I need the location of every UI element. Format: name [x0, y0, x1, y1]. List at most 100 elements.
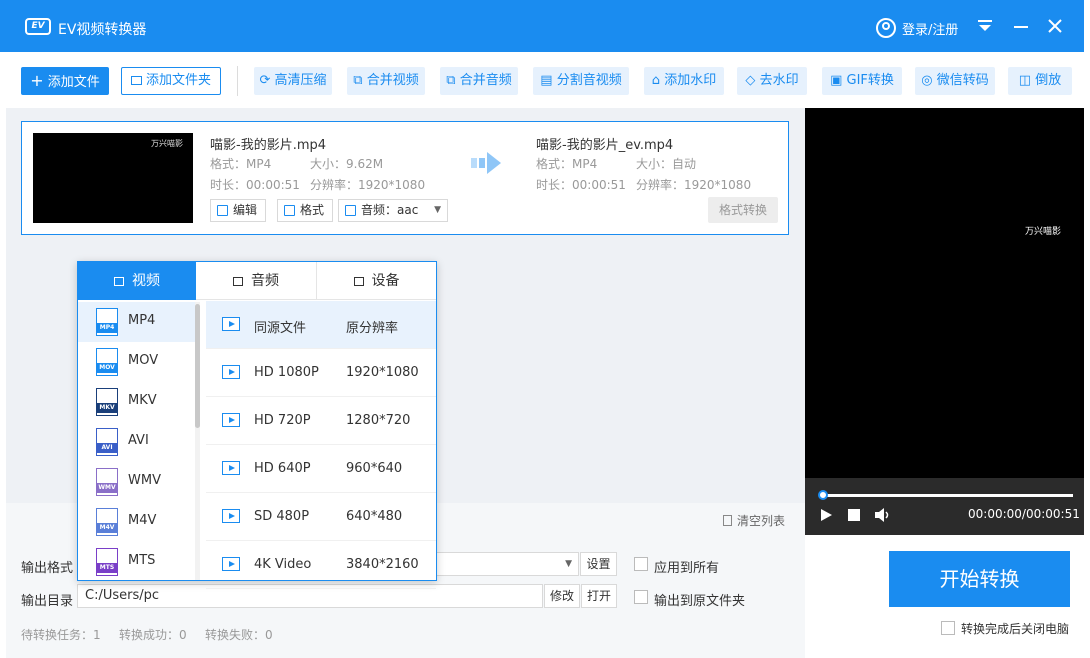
split-av-button[interactable]: ▤ 分割音视频 — [533, 67, 629, 95]
gif-convert-button[interactable]: ▣ GIF转换 — [822, 67, 902, 95]
resolution-name: HD 640P — [254, 461, 311, 476]
resolution-option[interactable]: SD 480P 640*480 — [206, 493, 436, 541]
format-name: MOV — [128, 353, 159, 368]
toolbar-divider — [237, 66, 238, 96]
format-item[interactable]: M4V M4V — [78, 502, 196, 542]
target-size: 大小：自动 — [636, 157, 697, 171]
source-duration: 时长：00:00:51 — [210, 178, 300, 192]
audio-track-select[interactable]: 音频：aac ▼ — [338, 199, 448, 222]
player-controls: 00:00:00/00:00:51 — [805, 478, 1084, 535]
format-icon-label: MTS — [97, 563, 117, 573]
eraser-icon: ◇ — [745, 73, 760, 88]
format-item[interactable]: WMV WMV — [78, 462, 196, 502]
login-button[interactable]: 登录/注册 — [876, 18, 958, 38]
apply-all-checkbox[interactable] — [634, 557, 648, 571]
progress-track[interactable] — [821, 494, 1073, 497]
add-watermark-button[interactable]: ⌂ 添加水印 — [644, 67, 724, 95]
format-name: WMV — [128, 473, 161, 488]
merge-audio-button[interactable]: ⧉ 合并音频 — [440, 67, 518, 95]
format-name: M4V — [128, 513, 157, 528]
file-format-icon: M4V — [96, 508, 118, 536]
reverse-button[interactable]: ◫ 倒放 — [1008, 67, 1072, 95]
menu-icon — [978, 20, 992, 31]
reverse-icon: ◫ — [1018, 73, 1036, 88]
resolution-value: 960*640 — [346, 461, 403, 476]
tab-video[interactable]: 视频 — [78, 262, 196, 300]
hd-compress-label: 高清压缩 — [274, 73, 327, 88]
stamp-icon: ⌂ — [651, 73, 665, 88]
output-to-source-label: 输出到原文件夹 — [654, 594, 746, 609]
play-icon — [222, 317, 240, 331]
source-size: 大小：9.62M — [310, 157, 384, 171]
file-item-card[interactable]: 万兴喵影 喵影-我的影片.mp4 格式：MP4 大小：9.62M 时长：00:0… — [21, 121, 789, 235]
plus-icon: + — [30, 71, 44, 90]
format-convert-button[interactable]: 格式转换 — [708, 197, 778, 223]
app-logo: EV — [25, 18, 51, 35]
audio-track-label: 音频：aac — [361, 203, 419, 217]
wechat-convert-button[interactable]: ◎ 微信转码 — [915, 67, 995, 95]
menu-dropdown-button[interactable] — [974, 14, 996, 38]
resolution-option[interactable]: HD 720P 1280*720 — [206, 397, 436, 445]
volume-icon[interactable] — [874, 507, 892, 523]
format-item[interactable]: MKV MKV — [78, 382, 196, 422]
resolution-option[interactable]: 4K Video 3840*2160 — [206, 541, 436, 589]
tab-device[interactable]: 设备 — [317, 262, 436, 300]
play-icon[interactable] — [819, 508, 833, 522]
target-filename: 喵影-我的影片_ev.mp4 — [536, 138, 674, 153]
open-dir-button[interactable]: 打开 — [581, 584, 617, 608]
format-list-scroll-thumb[interactable] — [195, 304, 200, 428]
resolution-name: 4K Video — [254, 557, 312, 572]
format-button[interactable]: 格式 — [277, 199, 334, 222]
toolbar: + 添加文件 添加文件夹 ⟳ 高清压缩 ⧉ 合并视频 ⧉ 合并音频 ▤ 分割音视频… — [0, 52, 1090, 108]
edit-button[interactable]: 编辑 — [210, 199, 267, 222]
resolution-option[interactable]: 同源文件 原分辨率 — [206, 301, 436, 349]
remove-watermark-label: 去水印 — [759, 73, 799, 88]
format-item[interactable]: MTS MTS — [78, 542, 196, 582]
start-convert-button[interactable]: 开始转换 — [889, 551, 1070, 607]
merge-video-button[interactable]: ⧉ 合并视频 — [347, 67, 425, 95]
format-icon-label: WMV — [97, 483, 117, 493]
shutdown-checkbox[interactable] — [941, 621, 955, 635]
add-watermark-label: 添加水印 — [664, 73, 717, 88]
source-format: 格式：MP4 — [210, 157, 272, 171]
stop-icon[interactable] — [848, 509, 860, 521]
wechat-convert-label: 微信转码 — [936, 73, 989, 88]
resolution-option[interactable]: HD 1080P 1920*1080 — [206, 349, 436, 397]
close-button[interactable] — [1044, 14, 1066, 38]
minimize-button[interactable] — [1010, 14, 1032, 38]
video-preview[interactable]: 万兴喵影 — [805, 108, 1084, 535]
format-item[interactable]: AVI AVI — [78, 422, 196, 462]
format-name: AVI — [128, 433, 149, 448]
file-format-icon: MP4 — [96, 308, 118, 336]
add-file-button[interactable]: + 添加文件 — [21, 67, 109, 95]
progress-handle[interactable] — [818, 490, 828, 500]
split-icon: ▤ — [540, 73, 557, 88]
speaker-icon — [345, 205, 356, 216]
format-item[interactable]: MP4 MP4 — [78, 302, 196, 342]
gif-convert-label: GIF转换 — [846, 73, 894, 88]
file-format-icon: MKV — [96, 388, 118, 416]
resolution-option[interactable]: HD 640P 960*640 — [206, 445, 436, 493]
output-format-select[interactable]: ▼ — [435, 552, 579, 576]
output-to-source-checkbox[interactable] — [634, 590, 648, 604]
clear-list-button[interactable]: 清空列表 — [723, 512, 785, 529]
settings-button[interactable]: 设置 — [580, 552, 617, 576]
resolution-value: 1920*1080 — [346, 365, 419, 380]
resolution-value: 640*480 — [346, 509, 403, 524]
resolution-name: HD 720P — [254, 413, 311, 428]
video-thumbnail[interactable]: 万兴喵影 — [33, 133, 193, 223]
format-selector-panel: 视频 音频 设备 MP4 MP4 MOV MOV MKV MKV AVI AVI WMV WMV M… — [77, 261, 437, 589]
time-display: 00:00:00/00:00:51 — [968, 507, 1080, 521]
merge-video-label: 合并视频 — [366, 73, 419, 88]
remove-watermark-button[interactable]: ◇ 去水印 — [737, 67, 807, 95]
compress-icon: ⟳ — [259, 73, 275, 88]
add-folder-button[interactable]: 添加文件夹 — [121, 67, 221, 95]
modify-dir-button[interactable]: 修改 — [544, 584, 580, 608]
hd-compress-button[interactable]: ⟳ 高清压缩 — [254, 67, 332, 95]
tab-audio[interactable]: 音频 — [196, 262, 317, 300]
wechat-icon: ◎ — [921, 73, 937, 88]
format-item[interactable]: MOV MOV — [78, 342, 196, 382]
video-icon — [114, 277, 124, 286]
file-format-icon: MOV — [96, 348, 118, 376]
add-file-label: 添加文件 — [47, 75, 100, 90]
